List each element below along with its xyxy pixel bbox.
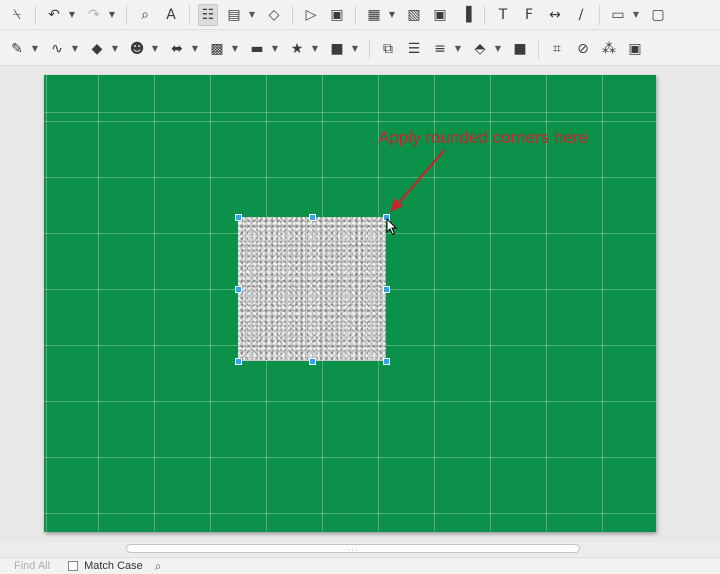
slide-layout-icon[interactable]: ▤ (224, 4, 244, 26)
insert-image-icon[interactable]: ▧ (404, 4, 424, 26)
flowchart-icon[interactable]: ▩ (207, 38, 227, 60)
dropdown-arrow-icon[interactable]: ▼ (310, 38, 320, 60)
toolbar-separator (292, 4, 293, 25)
gluepoint-icon[interactable]: ⁂ (599, 38, 619, 60)
show-changes-icon[interactable]: ▢ (648, 4, 668, 26)
dropdown-arrow-icon[interactable]: ▼ (70, 38, 80, 60)
transformations-icon[interactable]: ⧉ (378, 38, 398, 60)
basic-shapes-icon[interactable]: ◆ (87, 38, 107, 60)
annotation-text: Apply rounded corners here (378, 128, 588, 147)
dropdown-arrow-icon[interactable]: ▼ (247, 4, 257, 26)
distribute-icon[interactable]: ⬘ (470, 38, 490, 60)
drawing-toolbar: ✎ ▼ ∿ ▼ ◆ ▼ ☻ ▼ ⬌ ▼ ▩ ▼ ▬ ▼ ★ ▼ ■ ▼ ⧉ ☰ ≡ ▼ ⬘ ▼ ■ ⌗ ⊘ ⁂ ▣ (0, 32, 720, 66)
comment-icon[interactable]: ▭ (608, 4, 628, 26)
mouse-pointer-icon (386, 218, 398, 236)
find-toolbar: Find All Match Case ⌕ (0, 557, 720, 574)
toolbar-separator (35, 4, 36, 25)
toolbar-separator (369, 38, 370, 59)
dropdown-arrow-icon[interactable]: ▼ (631, 4, 641, 26)
align-objects-icon[interactable]: ☰ (404, 38, 424, 60)
undo-icon[interactable]: ↶ (44, 4, 64, 26)
shadow-icon[interactable]: ■ (510, 38, 530, 60)
toolbar-separator (484, 4, 485, 25)
dropdown-arrow-icon[interactable]: ▼ (230, 38, 240, 60)
crop-icon[interactable]: ⌗ (547, 38, 567, 60)
selection-handle-top-left[interactable] (235, 214, 242, 221)
3d-objects-icon[interactable]: ■ (327, 38, 347, 60)
toolbar-separator (126, 4, 127, 25)
helplines-icon[interactable]: ◇ (264, 4, 284, 26)
toggle-extrusion-icon[interactable]: ▣ (625, 38, 645, 60)
selection-handle-bottom-center[interactable] (309, 358, 316, 365)
dropdown-arrow-icon[interactable]: ▼ (67, 4, 77, 26)
selection-handle-bottom-right[interactable] (383, 358, 390, 365)
annotation-arrow (390, 149, 445, 212)
fontwork-gallery-icon[interactable]: F (519, 4, 539, 26)
dropdown-arrow-icon[interactable]: ▼ (150, 38, 160, 60)
arrange-icon[interactable]: ≡ (430, 38, 450, 60)
dropdown-arrow-icon[interactable]: ▼ (107, 4, 117, 26)
horizontal-scrollbar[interactable] (0, 542, 720, 556)
match-case-label: Match Case (84, 560, 143, 572)
selection-handle-middle-right[interactable] (383, 286, 390, 293)
dropdown-arrow-icon[interactable]: ▼ (30, 38, 40, 60)
toolbar-separator (355, 4, 356, 25)
symbol-shapes-icon[interactable]: ☻ (127, 38, 147, 60)
display-grid-icon[interactable]: ☷ (198, 3, 218, 26)
start-slideshow-icon[interactable]: ▷ (301, 4, 321, 26)
zoom-icon[interactable]: ⌕ (135, 4, 155, 26)
search-icon[interactable]: ⌕ (155, 559, 162, 574)
block-arrows-icon[interactable]: ⬌ (167, 38, 187, 60)
stars-icon[interactable]: ★ (287, 38, 307, 60)
dropdown-arrow-icon[interactable]: ▼ (350, 38, 360, 60)
toolbar-separator (189, 4, 190, 25)
toolbar-separator (538, 38, 539, 59)
table-icon[interactable]: ▦ (364, 4, 384, 26)
slideshow-current-icon[interactable]: ▣ (327, 4, 347, 26)
dropdown-arrow-icon[interactable]: ▼ (387, 4, 397, 26)
callouts-icon[interactable]: ▬ (247, 38, 267, 60)
redo-icon[interactable]: ↷ (84, 4, 104, 26)
toolbar-separator (599, 4, 600, 25)
selected-image-shape[interactable] (238, 217, 386, 361)
scrollbar-grip-icon: ··· (348, 546, 359, 555)
dropdown-arrow-icon[interactable]: ▼ (190, 38, 200, 60)
standard-toolbar: ⍀ ↶ ▼ ↷ ▼ ⌕ A ☷ ▤ ▼ ◇ ▷ ▣ ▦ ▼ ▧ ▣ ▐ T F ↔ ∕ ▭ ▼ ▢ (0, 0, 720, 30)
dropdown-arrow-icon[interactable]: ▼ (110, 38, 120, 60)
fontwork-icon[interactable]: A (161, 4, 181, 26)
curve-icon[interactable]: ∿ (47, 38, 67, 60)
line-color-icon[interactable]: ✎ (7, 38, 27, 60)
dropdown-arrow-icon[interactable]: ▼ (493, 38, 503, 60)
draw-functions-icon[interactable]: ∕ (571, 4, 591, 26)
insert-chart-icon[interactable]: ▐ (456, 4, 476, 26)
dropdown-arrow-icon[interactable]: ▼ (453, 38, 463, 60)
find-all-button[interactable]: Find All (14, 560, 50, 572)
selection-handle-middle-left[interactable] (235, 286, 242, 293)
text-box-icon[interactable]: T (493, 4, 513, 26)
filter-icon[interactable]: ⊘ (573, 38, 593, 60)
selection-handle-bottom-left[interactable] (235, 358, 242, 365)
dropdown-arrow-icon[interactable]: ▼ (270, 38, 280, 60)
clear-formatting-icon[interactable]: ⍀ (7, 4, 27, 26)
selection-handle-top-center[interactable] (309, 214, 316, 221)
media-icon[interactable]: ▣ (430, 4, 450, 26)
toggle-points-icon[interactable]: ↔ (545, 4, 565, 26)
match-case-checkbox[interactable] (68, 561, 79, 571)
